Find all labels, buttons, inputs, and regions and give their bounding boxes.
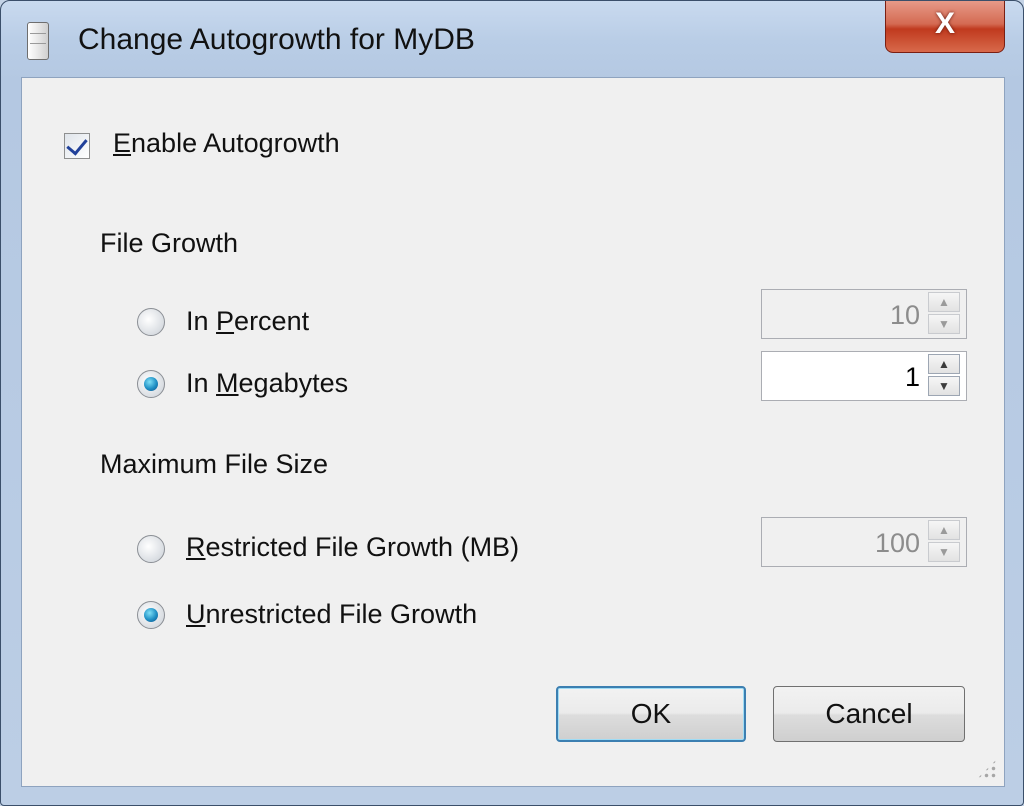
restricted-size-spinbox[interactable]: 100 ▲ ▼ [761, 517, 967, 567]
spin-down-icon[interactable]: ▼ [928, 542, 960, 562]
database-file-icon [27, 22, 49, 60]
percent-spinbox[interactable]: 10 ▲ ▼ [761, 289, 967, 339]
file-growth-heading: File Growth [100, 228, 239, 258]
unrestricted-growth-radio[interactable] [137, 601, 165, 629]
close-button[interactable]: X [885, 1, 1005, 53]
restricted-growth-label[interactable]: Restricted File Growth (MB) [186, 532, 519, 563]
spin-up-icon[interactable]: ▲ [928, 292, 960, 312]
in-megabytes-radio[interactable] [137, 370, 165, 398]
dialog-window: Change Autogrowth for MyDB X Enable Auto… [0, 0, 1024, 806]
enable-autogrowth-checkbox[interactable] [64, 133, 90, 159]
close-icon: X [934, 7, 955, 40]
in-percent-label[interactable]: In Percent [186, 306, 309, 337]
percent-spin-buttons: ▲ ▼ [928, 292, 962, 336]
megabytes-spin-buttons: ▲ ▼ [928, 354, 962, 398]
spin-up-icon[interactable]: ▲ [928, 520, 960, 540]
restricted-growth-radio[interactable] [137, 535, 165, 563]
in-megabytes-label[interactable]: In Megabytes [186, 368, 348, 399]
title-bar[interactable]: Change Autogrowth for MyDB X [1, 1, 1023, 77]
restricted-spin-buttons: ▲ ▼ [928, 520, 962, 564]
megabytes-spinbox[interactable]: 1 ▲ ▼ [761, 351, 967, 401]
window-title: Change Autogrowth for MyDB [78, 23, 475, 56]
percent-value: 10 [889, 300, 920, 330]
resize-grip-icon[interactable] [976, 758, 998, 780]
restricted-size-value: 100 [874, 528, 920, 558]
in-percent-radio[interactable] [137, 308, 165, 336]
spin-down-icon[interactable]: ▼ [928, 314, 960, 334]
dialog-body: Enable Autogrowth File Growth In Percent… [21, 77, 1005, 787]
max-file-size-heading: Maximum File Size [100, 449, 329, 479]
megabytes-value: 1 [904, 362, 920, 392]
ok-button[interactable]: OK [556, 686, 746, 742]
unrestricted-growth-label[interactable]: Unrestricted File Growth [186, 599, 477, 630]
spin-up-icon[interactable]: ▲ [928, 354, 960, 374]
radio-selected-dot [144, 608, 158, 622]
spin-down-icon[interactable]: ▼ [928, 376, 960, 396]
cancel-button[interactable]: Cancel [773, 686, 965, 742]
checkmark-icon [66, 133, 88, 156]
radio-selected-dot [144, 377, 158, 391]
enable-autogrowth-label[interactable]: Enable Autogrowth [113, 128, 340, 159]
